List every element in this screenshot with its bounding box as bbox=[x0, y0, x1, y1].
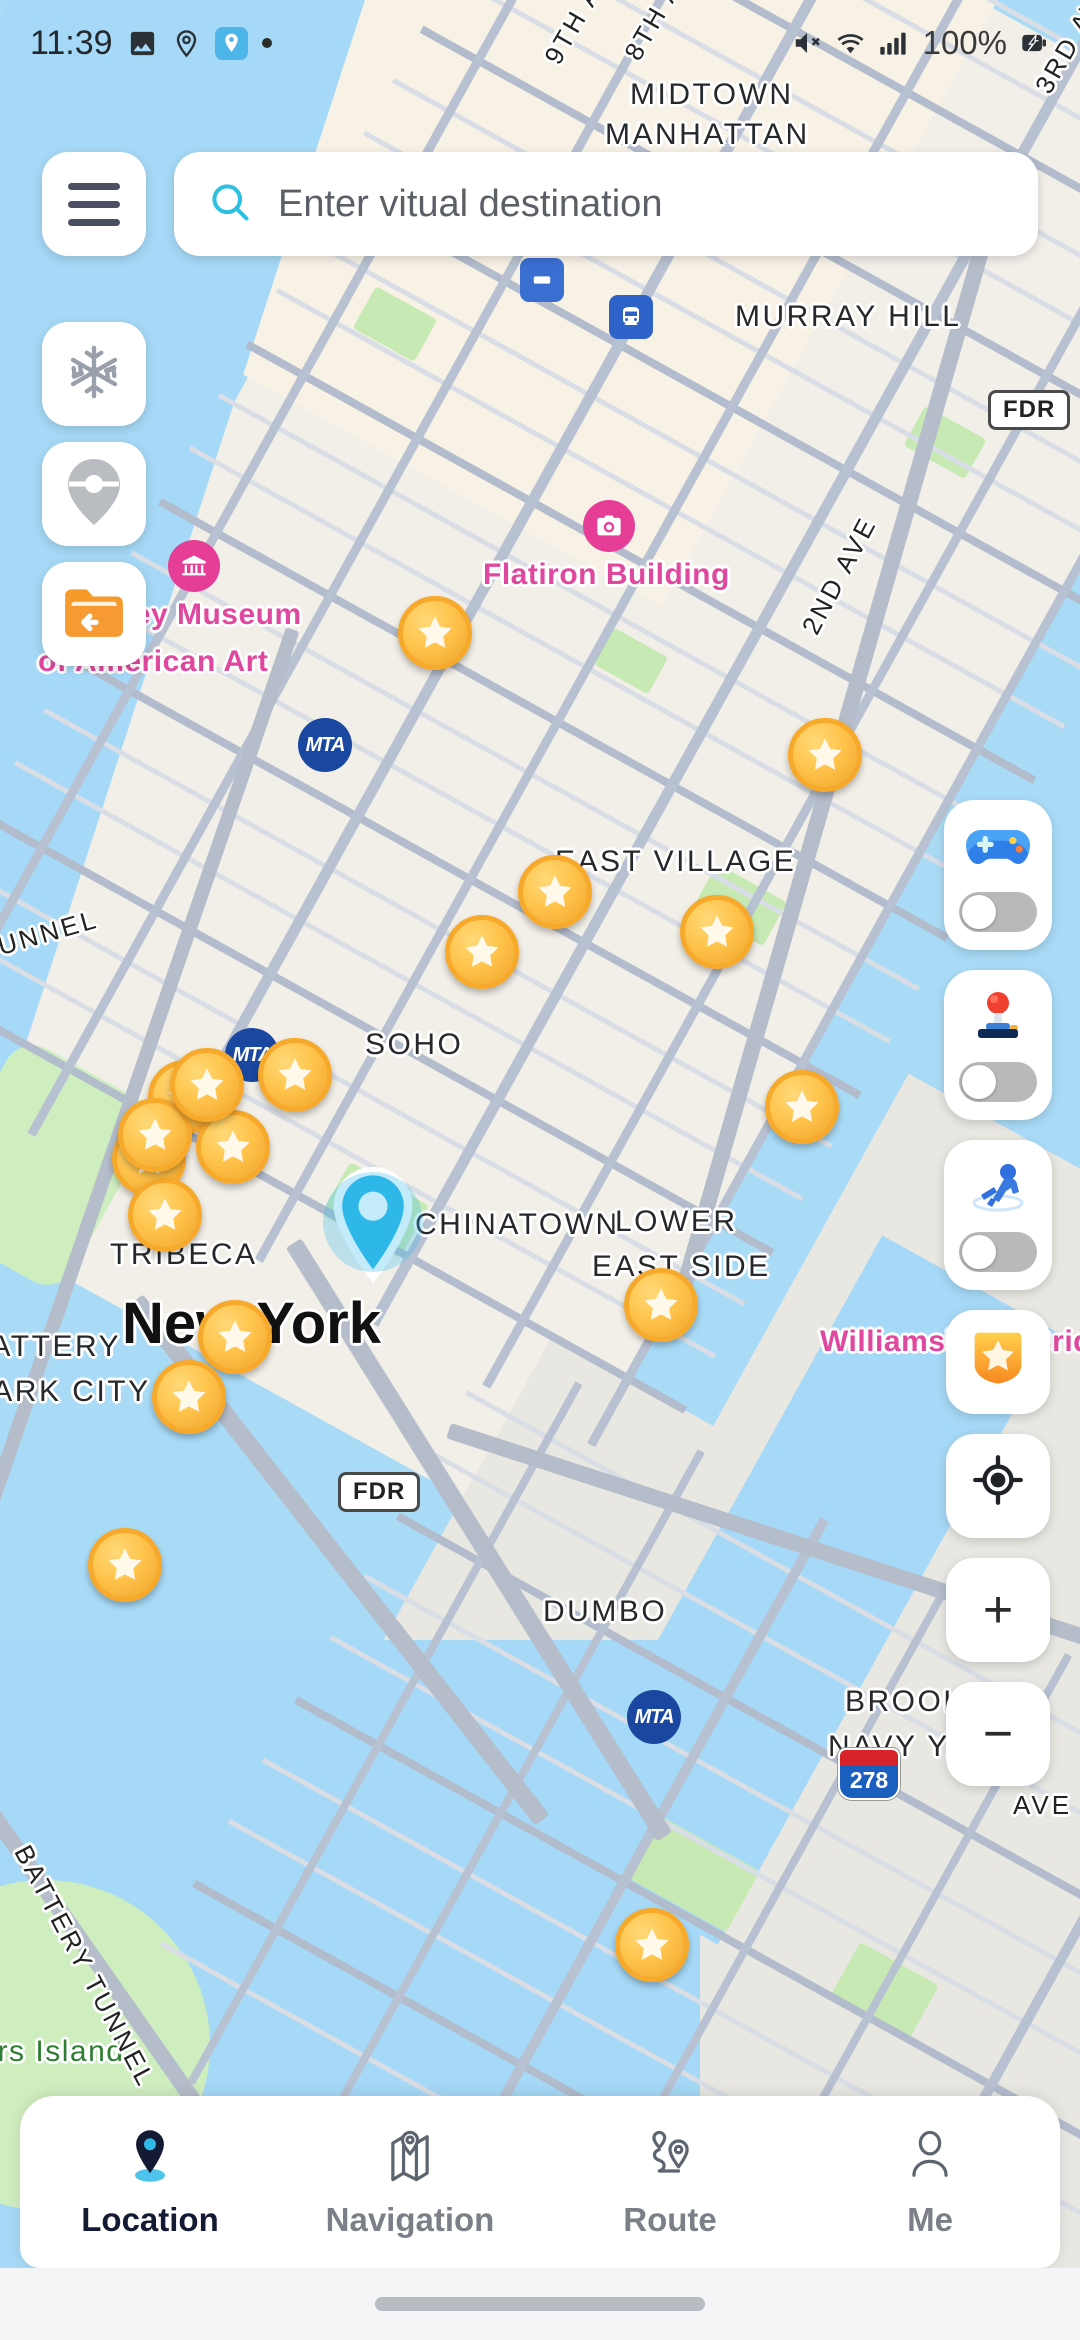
switch-knob bbox=[962, 1235, 996, 1269]
menu-line bbox=[68, 218, 120, 226]
gray-pin-icon bbox=[63, 456, 125, 533]
star-marker[interactable] bbox=[765, 1070, 839, 1144]
gamepad-toggle-card[interactable] bbox=[944, 800, 1052, 950]
crosshair-icon bbox=[972, 1454, 1024, 1519]
nav-label-route: Route bbox=[623, 2201, 717, 2238]
map-label-ave: AVE bbox=[1013, 1790, 1073, 1820]
walk-switch[interactable] bbox=[959, 1232, 1037, 1272]
walk-toggle-card[interactable] bbox=[944, 1140, 1052, 1290]
route-icon bbox=[642, 2125, 698, 2187]
nav-item-me[interactable]: Me bbox=[800, 2125, 1060, 2239]
gamepad-icon bbox=[963, 816, 1033, 878]
map-label-dumbo: DUMBO bbox=[543, 1595, 668, 1628]
locate-me-button[interactable] bbox=[946, 1434, 1050, 1538]
signal-icon bbox=[879, 29, 910, 57]
star-marker[interactable] bbox=[198, 1300, 272, 1374]
folded-map-icon bbox=[382, 2125, 438, 2187]
favorites-button[interactable] bbox=[946, 1310, 1050, 1414]
map-app-icon bbox=[214, 26, 248, 60]
import-button[interactable] bbox=[42, 562, 146, 666]
gamepad-switch[interactable] bbox=[959, 892, 1037, 932]
battery-percent: 100% bbox=[922, 24, 1007, 61]
menu-line bbox=[68, 182, 120, 190]
map-label-soho: SOHO bbox=[365, 1028, 464, 1061]
map-label-lower: LOWER bbox=[615, 1205, 738, 1238]
star-badge-icon bbox=[964, 1322, 1032, 1403]
nav-label-navigation: Navigation bbox=[325, 2201, 495, 2238]
hamburger-menu-button[interactable] bbox=[42, 152, 146, 256]
mta-badge-1[interactable]: MTA bbox=[298, 718, 352, 772]
status-bar: 11:39 100% bbox=[0, 0, 1080, 86]
star-marker[interactable] bbox=[88, 1528, 162, 1602]
museum-icon[interactable] bbox=[168, 540, 220, 592]
location-accuracy-halo bbox=[323, 1172, 423, 1272]
top-bar: Enter vitual destination bbox=[0, 148, 1080, 260]
star-marker[interactable] bbox=[788, 718, 862, 792]
wifi-icon bbox=[835, 28, 866, 59]
star-marker[interactable] bbox=[152, 1360, 226, 1434]
image-icon bbox=[127, 28, 158, 59]
mta-badge-3[interactable]: MTA bbox=[627, 1690, 681, 1744]
map-label-flatiron-building: Flatiron Building bbox=[483, 558, 730, 591]
star-marker[interactable] bbox=[128, 1178, 202, 1252]
map-label-park-city: PARK CITY bbox=[0, 1375, 151, 1408]
gesture-bar-area bbox=[0, 2268, 1080, 2340]
map-label-battery: BATTERY bbox=[0, 1330, 122, 1363]
search-input[interactable]: Enter vitual destination bbox=[278, 183, 662, 226]
star-marker[interactable] bbox=[170, 1048, 244, 1122]
map-label-chinatown: CHINATOWN bbox=[415, 1208, 620, 1241]
search-icon bbox=[208, 180, 252, 229]
right-control-stack: + − bbox=[944, 800, 1052, 1786]
menu-line bbox=[68, 200, 120, 208]
shield-fdr-upper: FDR bbox=[988, 390, 1071, 430]
star-marker[interactable] bbox=[258, 1038, 332, 1112]
zoom-out-button[interactable]: − bbox=[946, 1682, 1050, 1786]
zoom-in-button[interactable]: + bbox=[946, 1558, 1050, 1662]
shield-i278: 278 bbox=[838, 1748, 900, 1800]
switch-knob bbox=[962, 1065, 996, 1099]
star-marker[interactable] bbox=[624, 1268, 698, 1342]
map-label-manhattan: MANHATTAN bbox=[605, 118, 810, 151]
star-marker[interactable] bbox=[518, 855, 592, 929]
nav-label-location: Location bbox=[81, 2201, 219, 2238]
search-bar[interactable]: Enter vitual destination bbox=[174, 152, 1038, 256]
freeze-button[interactable] bbox=[42, 322, 146, 426]
location-pin-icon bbox=[122, 2125, 178, 2187]
rail-icon[interactable] bbox=[520, 258, 564, 302]
nav-item-location[interactable]: Location bbox=[20, 2125, 280, 2239]
star-marker[interactable] bbox=[615, 1908, 689, 1982]
joystick-switch[interactable] bbox=[959, 1062, 1037, 1102]
current-location-marker[interactable] bbox=[318, 1160, 428, 1290]
map-label-murray-hill: MURRAY HILL bbox=[735, 300, 962, 333]
bottom-navigation: Location Navigation Route Me bbox=[20, 2096, 1060, 2268]
star-marker[interactable] bbox=[680, 895, 754, 969]
subway-icon[interactable] bbox=[609, 295, 653, 339]
folder-back-arrow-icon bbox=[61, 583, 127, 646]
mute-icon bbox=[792, 28, 822, 58]
star-marker[interactable] bbox=[445, 915, 519, 989]
switch-knob bbox=[962, 895, 996, 929]
camera-icon[interactable] bbox=[583, 500, 635, 552]
nav-item-navigation[interactable]: Navigation bbox=[280, 2125, 540, 2239]
joystick-icon bbox=[963, 986, 1033, 1048]
dot-indicator bbox=[261, 38, 272, 48]
nav-item-route[interactable]: Route bbox=[540, 2125, 800, 2239]
battery-charging-icon bbox=[1020, 28, 1050, 58]
status-time: 11:39 bbox=[30, 23, 113, 62]
map-label-east-village: EAST VILLAGE bbox=[555, 845, 797, 878]
joystick-toggle-card[interactable] bbox=[944, 970, 1052, 1120]
shield-fdr-lower: FDR bbox=[338, 1472, 421, 1512]
person-icon bbox=[902, 2125, 958, 2187]
map-canvas[interactable]: MIDTOWN MANHATTAN MURRAY HILL EAST VILLA… bbox=[0, 0, 1080, 2340]
left-control-stack bbox=[42, 322, 146, 666]
running-person-icon bbox=[963, 1156, 1033, 1218]
nav-label-me: Me bbox=[907, 2201, 953, 2238]
gesture-bar[interactable] bbox=[375, 2297, 705, 2311]
snowflake-icon bbox=[65, 343, 123, 406]
marker-button[interactable] bbox=[42, 442, 146, 546]
star-marker[interactable] bbox=[398, 596, 472, 670]
location-pin-icon bbox=[172, 29, 201, 58]
